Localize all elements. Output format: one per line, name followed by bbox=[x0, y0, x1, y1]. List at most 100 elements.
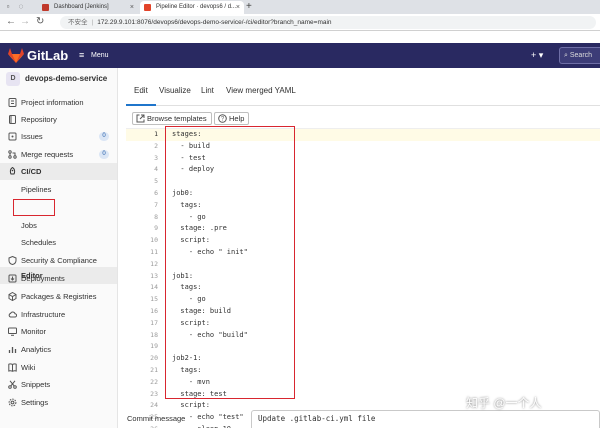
reload-icon[interactable]: ↻ bbox=[36, 16, 44, 28]
browse-templates-button[interactable]: Browse templates bbox=[132, 112, 212, 125]
browse-templates-label: Browse templates bbox=[147, 114, 207, 123]
line-number: 7 bbox=[154, 200, 158, 209]
code-line: script: bbox=[172, 401, 210, 410]
tab-close-icon[interactable]: × bbox=[236, 1, 240, 14]
issues-icon bbox=[8, 132, 17, 141]
tab-lint[interactable]: Lint bbox=[201, 86, 214, 96]
sidebar-item-pipelines[interactable]: Pipelines bbox=[0, 181, 117, 198]
tab-search-icon[interactable]: ◌ bbox=[16, 2, 26, 12]
project-avatar: D bbox=[6, 72, 20, 86]
window-menu-icon[interactable]: ▫ bbox=[3, 2, 13, 12]
line-number: 9 bbox=[154, 224, 158, 233]
search-input[interactable]: ⌕ Search bbox=[559, 47, 600, 64]
url-text: 172.29.9.101:8076/devops6/devops-demo-se… bbox=[97, 19, 332, 26]
code-line: stage: build bbox=[172, 307, 232, 315]
line-number: 5 bbox=[154, 177, 158, 186]
code-line: job1: bbox=[172, 271, 194, 280]
browser-tab-jenkins[interactable]: Dashboard [Jenkins] × bbox=[38, 1, 138, 14]
search-placeholder: Search bbox=[569, 52, 593, 59]
hamburger-icon: ≡ bbox=[79, 50, 85, 60]
sidebar-item-wiki[interactable]: Wiki bbox=[0, 359, 117, 376]
sidebar-item-label: Monitor bbox=[21, 327, 47, 336]
gear-icon bbox=[8, 398, 17, 407]
question-icon: ? bbox=[218, 114, 227, 123]
code-line: - echo " init" bbox=[172, 248, 248, 256]
line-number: 26 bbox=[126, 424, 158, 428]
line-number: 2 bbox=[154, 141, 158, 150]
sidebar-item-ci-cd[interactable]: CI/CD bbox=[0, 163, 117, 180]
merge-requests-count-badge: 0 bbox=[99, 150, 109, 159]
line-number-gutter: 1 2 3 4 5 6 7 8 9 10 11 12 13 14 15 16 17 18 19 20 21 22 23 24 2… bbox=[126, 129, 158, 428]
sidebar-item-repository[interactable]: Repository bbox=[0, 111, 117, 128]
sidebar-item-label: Infrastructure bbox=[21, 310, 66, 319]
code-editor[interactable]: 1 2 3 4 5 6 7 8 9 10 11 12 13 14 15 16 17 18 19 20 21 22 23 24 2… bbox=[126, 128, 600, 428]
insecure-warning: 不安全 bbox=[68, 19, 88, 26]
new-dropdown-button[interactable]: + ▾ bbox=[531, 48, 549, 62]
code-line: - go bbox=[172, 212, 206, 221]
rocket-icon bbox=[9, 167, 16, 175]
code-line: stages: bbox=[172, 130, 202, 138]
sidebar-item-label: Jobs bbox=[21, 221, 37, 230]
sidebar-item-settings[interactable]: Settings bbox=[0, 394, 117, 411]
code-line: - go bbox=[172, 295, 206, 304]
new-tab-icon[interactable]: + bbox=[246, 1, 252, 13]
menu-button[interactable]: ≡ Menu bbox=[79, 49, 109, 62]
commit-message-input[interactable]: Update .gitlab-ci.yml file bbox=[251, 410, 600, 428]
tab-view-merged-yaml[interactable]: View merged YAML bbox=[226, 86, 296, 96]
url-field[interactable]: 不安全 | 172.29.9.101:8076/devops6/devops-dem… bbox=[60, 16, 596, 29]
tab-close-icon[interactable]: × bbox=[130, 1, 134, 14]
package-icon bbox=[8, 292, 17, 301]
sidebar-item-analytics[interactable]: Analytics bbox=[0, 341, 117, 358]
gitlab-top-bar: GitLab ≡ Menu + ▾ ⌕ Search bbox=[0, 43, 600, 68]
sidebar-item-snippets[interactable]: Snippets bbox=[0, 376, 117, 393]
line-number: 18 bbox=[150, 330, 158, 339]
sidebar-item-label: Security & Compliance bbox=[21, 256, 97, 265]
editor-tabs: Edit Visualize Lint View merged YAML bbox=[126, 82, 600, 106]
chart-icon bbox=[8, 347, 17, 353]
code-line: stage: .pre bbox=[172, 224, 227, 233]
monitor-icon bbox=[8, 327, 17, 336]
line-number: 24 bbox=[150, 401, 158, 410]
sidebar-item-label: Pipelines bbox=[21, 185, 52, 194]
scissors-icon bbox=[8, 380, 17, 389]
tab-edit[interactable]: Edit bbox=[134, 86, 148, 96]
line-number: 14 bbox=[150, 283, 158, 292]
code-line: tags: bbox=[172, 283, 202, 292]
active-tab-indicator bbox=[126, 104, 156, 106]
sidebar-item-merge-requests[interactable]: Merge requests 0 bbox=[0, 146, 117, 163]
menu-label: Menu bbox=[91, 52, 109, 59]
line-number: 10 bbox=[150, 236, 158, 245]
info-icon bbox=[8, 98, 17, 107]
sidebar-item-label: Wiki bbox=[21, 363, 36, 372]
sidebar-item-schedules[interactable]: Schedules bbox=[0, 234, 117, 251]
sidebar-item-label: CI/CD bbox=[21, 167, 42, 176]
back-arrow-icon[interactable]: ← bbox=[6, 16, 16, 28]
help-button[interactable]: ? Help bbox=[214, 112, 250, 125]
editor-highlight-annotation bbox=[13, 199, 55, 216]
shield-icon bbox=[8, 256, 17, 265]
forward-arrow-icon[interactable]: → bbox=[20, 16, 30, 28]
sidebar-item-infrastructure[interactable]: Infrastructure bbox=[0, 306, 117, 323]
sidebar-item-project-information[interactable]: Project information bbox=[0, 94, 117, 111]
sidebar-item-packages-registries[interactable]: Packages & Registries bbox=[0, 288, 117, 305]
gitlab-brand[interactable]: GitLab bbox=[27, 47, 68, 64]
gitlab-logo-icon[interactable] bbox=[8, 48, 24, 63]
sidebar-item-monitor[interactable]: Monitor bbox=[0, 323, 117, 340]
project-header[interactable]: D devops-demo-service bbox=[6, 72, 116, 88]
line-number: 11 bbox=[150, 248, 158, 256]
sidebar-item-issues[interactable]: Issues 0 bbox=[0, 128, 117, 145]
sidebar-item-label: Issues bbox=[21, 132, 43, 141]
issues-count-badge: 0 bbox=[99, 132, 109, 141]
line-number: 22 bbox=[150, 377, 158, 386]
sidebar-item-label: Project information bbox=[21, 98, 84, 107]
browser-tab-pipeline-editor[interactable]: Pipeline Editor · devops6 / d... × bbox=[140, 1, 244, 14]
sidebar-item-jobs[interactable]: Jobs bbox=[0, 217, 117, 234]
pipeline-editor-main: Edit Visualize Lint View merged YAML Bro… bbox=[118, 68, 600, 428]
sidebar-item-deployments[interactable]: Deployments bbox=[0, 270, 117, 287]
code-line: script: bbox=[172, 318, 210, 327]
sidebar-item-security-compliance[interactable]: Security & Compliance bbox=[0, 252, 117, 269]
help-label: Help bbox=[229, 114, 245, 123]
code-line: - sleep 10 bbox=[172, 424, 231, 428]
tab-visualize[interactable]: Visualize bbox=[159, 86, 191, 96]
gitlab-favicon-icon bbox=[144, 4, 151, 11]
